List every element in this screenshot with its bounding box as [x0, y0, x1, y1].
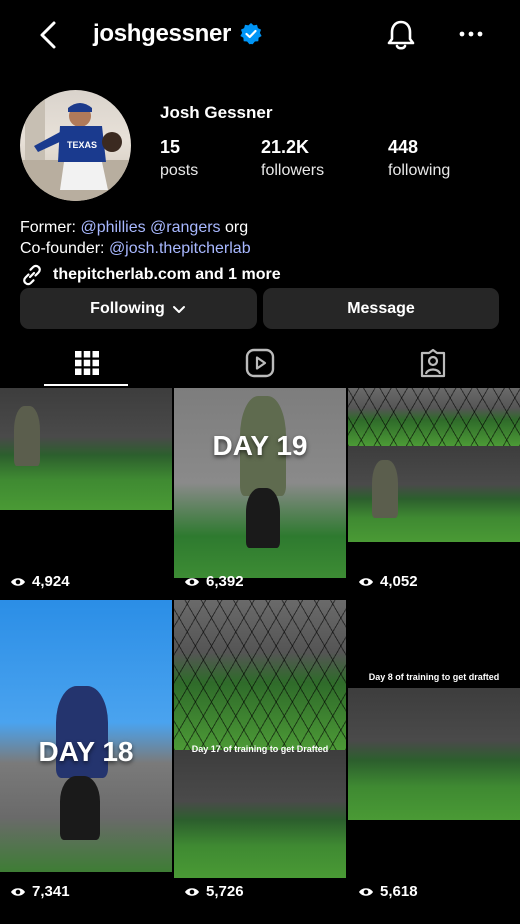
following-label: following [388, 162, 451, 179]
post-caption: Day 8 of training to get drafted [368, 672, 500, 682]
profile-tabs [0, 340, 520, 386]
tab-reels[interactable] [173, 340, 346, 386]
pitcher-figure [14, 406, 40, 466]
view-count-value: 5,618 [380, 883, 418, 900]
active-tab-indicator [44, 384, 128, 386]
bio-mentions-teams[interactable]: @phillies @rangers [80, 219, 220, 236]
bell-icon[interactable] [385, 18, 417, 52]
eye-icon [185, 887, 199, 896]
chevron-left-icon[interactable] [34, 18, 64, 52]
view-count-value: 5,726 [206, 883, 244, 900]
profile-link[interactable]: thepitcherlab.com and 1 more [20, 263, 281, 287]
avatar-photo: TEXAS [20, 100, 131, 201]
grid-post[interactable]: DAY 18 7,341 [0, 600, 172, 908]
view-count: 4,924 [10, 573, 70, 590]
username: joshgessner [93, 20, 232, 47]
more-horizontal-icon[interactable] [456, 24, 486, 44]
post-caption: Day 17 of training to get Drafted [191, 744, 329, 754]
bio-cofounder-label: Co-founder: [20, 240, 109, 257]
bio: Former: @phillies @rangers org Co-founde… [20, 217, 251, 259]
pitcher-legs [246, 488, 280, 548]
eye-icon [359, 887, 373, 896]
grid-post[interactable]: 4,052 [348, 388, 520, 598]
stat-followers[interactable]: 21.2K followers [261, 137, 324, 180]
view-count: 5,726 [184, 883, 244, 900]
post-thumbnail-bottom [174, 750, 346, 878]
bio-line-1: Former: @phillies @rangers org [20, 217, 251, 238]
bio-line-2: Co-founder: @josh.thepitcherlab [20, 238, 251, 259]
view-count: 7,341 [10, 883, 70, 900]
view-count: 4,052 [358, 573, 418, 590]
view-count: 5,618 [358, 883, 418, 900]
following-button-label: Following [90, 299, 165, 317]
verified-badge-icon [240, 23, 262, 45]
svg-text:TEXAS: TEXAS [67, 140, 97, 150]
eye-icon [11, 887, 25, 896]
grid-post[interactable]: Day 17 of training to get Drafted 5,726 [174, 600, 346, 908]
display-name: Josh Gessner [160, 103, 273, 122]
reels-icon [245, 348, 274, 378]
grid-post[interactable]: Day 8 of training to get drafted 5,618 [348, 600, 520, 908]
bio-former-label: Former: [20, 219, 81, 236]
post-caption: DAY 19 [212, 430, 308, 461]
post-thumbnail [348, 688, 520, 820]
view-count: 6,392 [184, 573, 244, 590]
post-thumbnail-top [174, 600, 346, 750]
grid-post[interactable]: 4,924 [0, 388, 172, 598]
chevron-down-icon [172, 305, 185, 313]
link-icon [23, 264, 41, 286]
message-button[interactable]: Message [263, 288, 499, 329]
avatar[interactable]: TEXAS [20, 90, 131, 201]
stat-posts[interactable]: 15 posts [160, 137, 198, 180]
pitcher-figure [372, 460, 398, 518]
view-count-value: 6,392 [206, 573, 244, 590]
pitcher-legs [60, 776, 100, 840]
message-button-label: Message [347, 299, 415, 317]
posts-label: posts [160, 162, 199, 179]
stat-following[interactable]: 448 following [388, 137, 450, 180]
following-button[interactable]: Following [20, 288, 257, 329]
post-caption: DAY 18 [38, 736, 134, 767]
eye-icon [11, 577, 25, 586]
grid-post[interactable]: DAY 19 6,392 [174, 388, 346, 598]
view-count-value: 4,052 [380, 573, 418, 590]
tagged-user-icon [420, 348, 445, 378]
followers-count: 21.2K [261, 137, 310, 157]
eye-icon [359, 577, 373, 586]
tab-tagged[interactable] [346, 340, 519, 386]
bio-org-suffix: org [220, 219, 249, 236]
following-count: 448 [388, 137, 419, 157]
followers-label: followers [261, 162, 325, 179]
view-count-value: 7,341 [32, 883, 70, 900]
top-bar: joshgessner [0, 0, 520, 72]
username-header: joshgessner [93, 20, 263, 48]
posts-count: 15 [160, 137, 181, 157]
post-thumbnail-top [348, 388, 520, 446]
grid-icon [74, 351, 99, 375]
bio-mention-pitcherlab[interactable]: @josh.thepitcherlab [109, 240, 251, 257]
link-text: thepitcherlab.com and 1 more [53, 266, 281, 283]
view-count-value: 4,924 [32, 573, 70, 590]
eye-icon [185, 577, 199, 586]
tab-posts-grid[interactable] [0, 340, 173, 386]
